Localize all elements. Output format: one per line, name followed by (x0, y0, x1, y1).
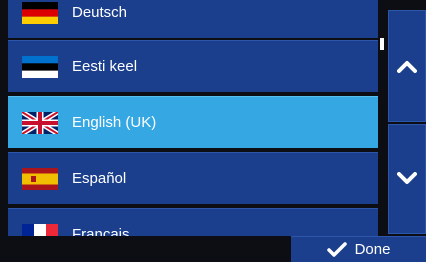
france-flag-icon (22, 223, 58, 236)
scroll-up-button[interactable] (388, 10, 426, 122)
spain-flag-icon (22, 167, 58, 190)
language-item-eesti[interactable]: Eesti keel (8, 40, 378, 92)
uk-flag-icon (22, 111, 58, 134)
language-item-english-uk[interactable]: English (UK) (8, 96, 378, 148)
chevron-down-icon (397, 172, 417, 184)
scroll-down-button[interactable] (388, 124, 426, 234)
checkmark-icon (326, 241, 347, 257)
estonia-flag-icon (22, 55, 58, 78)
language-item-deutsch[interactable]: Deutsch (8, 0, 378, 38)
done-button[interactable]: Done (291, 236, 426, 262)
language-label: Deutsch (72, 4, 128, 21)
done-label: Done (354, 241, 391, 258)
language-label: Français (72, 226, 130, 236)
language-list[interactable]: Deutsch Eesti keel English (UK) Español … (0, 0, 378, 236)
language-label: English (UK) (72, 114, 157, 131)
scroll-thumb[interactable] (380, 38, 384, 50)
language-label: Español (72, 170, 127, 187)
chevron-up-icon (397, 61, 417, 73)
scrollbar[interactable] (378, 0, 388, 236)
germany-flag-icon (22, 1, 58, 24)
language-label: Eesti keel (72, 58, 138, 75)
language-item-francais[interactable]: Français (8, 208, 378, 236)
language-item-espanol[interactable]: Español (8, 152, 378, 204)
